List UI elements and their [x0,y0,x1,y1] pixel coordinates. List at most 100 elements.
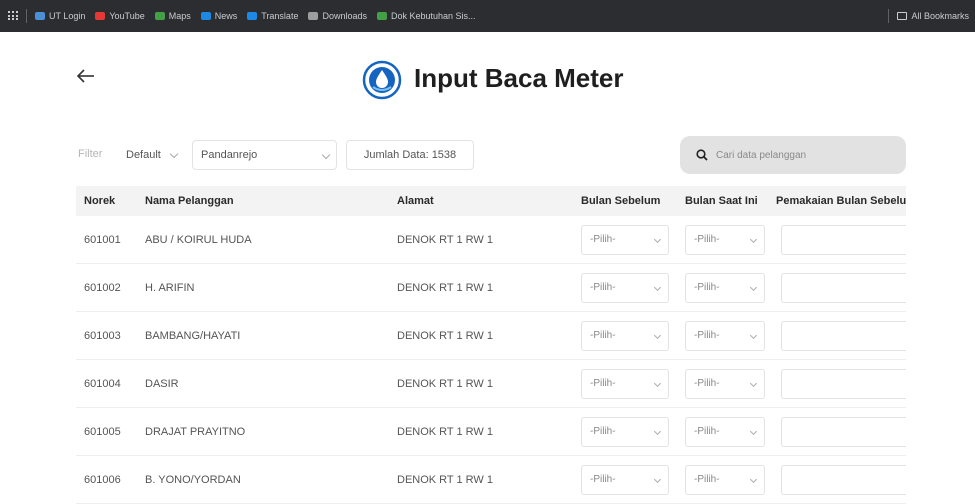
pemakaian-input[interactable] [781,417,906,447]
bulan-saat-ini-select[interactable]: -Pilih- [685,321,765,351]
bulan-sebelum-value: -Pilih- [590,426,616,437]
pemakaian-input[interactable] [781,369,906,399]
norek-cell: 601006 [84,474,121,486]
column-header-bulan-sebelum: Bulan Sebelum [581,195,661,207]
table-row: 601006 B. YONO/YORDAN DENOK RT 1 RW 1 -Pili… [76,456,906,504]
bulan-sebelum-value: -Pilih- [590,378,616,389]
chevron-down-icon [653,235,662,244]
bookmark-favicon-icon [95,12,106,20]
search-placeholder: Cari data pelanggan [716,149,807,161]
chevron-down-icon [749,379,758,388]
nama-cell: DASIR [145,378,179,390]
bookmark-label: YouTube [109,11,145,21]
column-header-nama: Nama Pelanggan [145,195,234,207]
bulan-sebelum-value: -Pilih- [590,282,616,293]
chevron-down-icon [749,427,758,436]
search-input[interactable]: Cari data pelanggan [680,136,906,174]
bookmark-label: UT Login [49,11,86,21]
area-select[interactable]: Pandanrejo [192,140,337,170]
bulan-saat-ini-select[interactable]: -Pilih- [685,273,765,303]
bulan-saat-ini-select[interactable]: -Pilih- [685,225,765,255]
table-row: 601005 DRAJAT PRAYITNO DENOK RT 1 RW 1 -Pil… [76,408,906,456]
norek-cell: 601003 [84,330,121,342]
pemakaian-input[interactable] [781,225,906,255]
bookmark-favicon-icon [376,12,387,20]
bulan-saat-ini-select[interactable]: -Pilih- [685,369,765,399]
bookmark-favicon-icon [308,12,319,20]
nama-cell: B. YONO/YORDAN [145,474,241,486]
bulan-saat-ini-value: -Pilih- [694,282,720,293]
folder-icon [897,12,908,20]
chevron-down-icon [653,283,662,292]
bulan-sebelum-value: -Pilih- [590,474,616,485]
pemakaian-input[interactable] [781,465,906,495]
bookmark-label: Maps [168,11,191,21]
filter-label: Filter [78,148,103,160]
table-row: 601004 DASIR DENOK RT 1 RW 1 -Pilih- -Pilih- [76,360,906,408]
alamat-cell: DENOK RT 1 RW 1 [397,426,493,438]
pdam-logo-icon [362,60,402,100]
column-header-alamat: Alamat [397,195,434,207]
bulan-sebelum-value: -Pilih- [590,330,616,341]
back-arrow-icon[interactable] [74,64,98,88]
bookmark-favicon-icon [154,12,165,20]
apps-grid-icon[interactable] [8,11,18,21]
nama-cell: H. ARIFIN [145,282,195,294]
chevron-down-icon [653,475,662,484]
data-count-badge: Jumlah Data: 1538 [346,140,474,170]
pemakaian-input[interactable] [781,273,906,303]
bulan-saat-ini-select[interactable]: -Pilih- [685,417,765,447]
bulan-sebelum-value: -Pilih- [590,234,616,245]
bookmark-item[interactable]: YouTube [95,11,145,21]
bookmark-item[interactable]: News [200,11,238,21]
all-bookmarks-button[interactable]: All Bookmarks [888,0,969,32]
chevron-down-icon [169,149,179,159]
table-row: 601002 H. ARIFIN DENOK RT 1 RW 1 -Pilih- -Pi… [76,264,906,312]
bulan-sebelum-select[interactable]: -Pilih- [581,465,669,495]
bookmark-favicon-icon [35,12,45,20]
pemakaian-input[interactable] [781,321,906,351]
chevron-down-icon [749,235,758,244]
chevron-down-icon [653,427,662,436]
bookmark-item[interactable]: Dok Kebutuhan Sis... [376,11,476,21]
bookmark-label: Dok Kebutuhan Sis... [390,11,476,21]
bookmark-item[interactable]: UT Login [35,11,85,21]
bulan-saat-ini-value: -Pilih- [694,426,720,437]
area-select-value: Pandanrejo [201,149,258,161]
alamat-cell: DENOK RT 1 RW 1 [397,234,493,246]
bookmark-item[interactable]: Maps [154,11,191,21]
bookmark-item[interactable]: Downloads [308,11,367,21]
alamat-cell: DENOK RT 1 RW 1 [397,282,493,294]
sort-select[interactable]: Default [118,140,184,170]
bookmark-favicon-icon [200,12,211,20]
column-header-pemakaian: Pemakaian Bulan Sebelum [776,195,906,207]
bookmark-favicon-icon [247,12,258,20]
alamat-cell: DENOK RT 1 RW 1 [397,330,493,342]
bulan-sebelum-select[interactable]: -Pilih- [581,369,669,399]
bulan-saat-ini-value: -Pilih- [694,378,720,389]
bulan-sebelum-select[interactable]: -Pilih- [581,321,669,351]
search-icon [696,149,708,161]
bulan-saat-ini-select[interactable]: -Pilih- [685,465,765,495]
bulan-sebelum-select[interactable]: -Pilih- [581,225,669,255]
chevron-down-icon [321,150,331,160]
bulan-saat-ini-value: -Pilih- [694,330,720,341]
bookmark-label: News [214,11,238,21]
chevron-down-icon [749,475,758,484]
chevron-down-icon [653,331,662,340]
column-header-norek: Norek [84,195,116,207]
bookmark-item[interactable]: Translate [247,11,298,21]
bulan-sebelum-select[interactable]: -Pilih- [581,417,669,447]
bulan-sebelum-select[interactable]: -Pilih- [581,273,669,303]
table-row: 601003 BAMBANG/HAYATI DENOK RT 1 RW 1 -Pili… [76,312,906,360]
all-bookmarks-label: All Bookmarks [911,11,969,21]
bookmark-list: UT Login YouTube Maps News Translate Download… [35,11,486,21]
norek-cell: 601002 [84,282,121,294]
table-header: Norek Nama Pelanggan Alamat Bulan Sebelu… [76,186,906,216]
nama-cell: BAMBANG/HAYATI [145,330,241,342]
bookmark-label: Downloads [322,11,367,21]
bulan-saat-ini-value: -Pilih- [694,234,720,245]
alamat-cell: DENOK RT 1 RW 1 [397,378,493,390]
nama-cell: DRAJAT PRAYITNO [145,426,246,438]
chevron-down-icon [749,283,758,292]
